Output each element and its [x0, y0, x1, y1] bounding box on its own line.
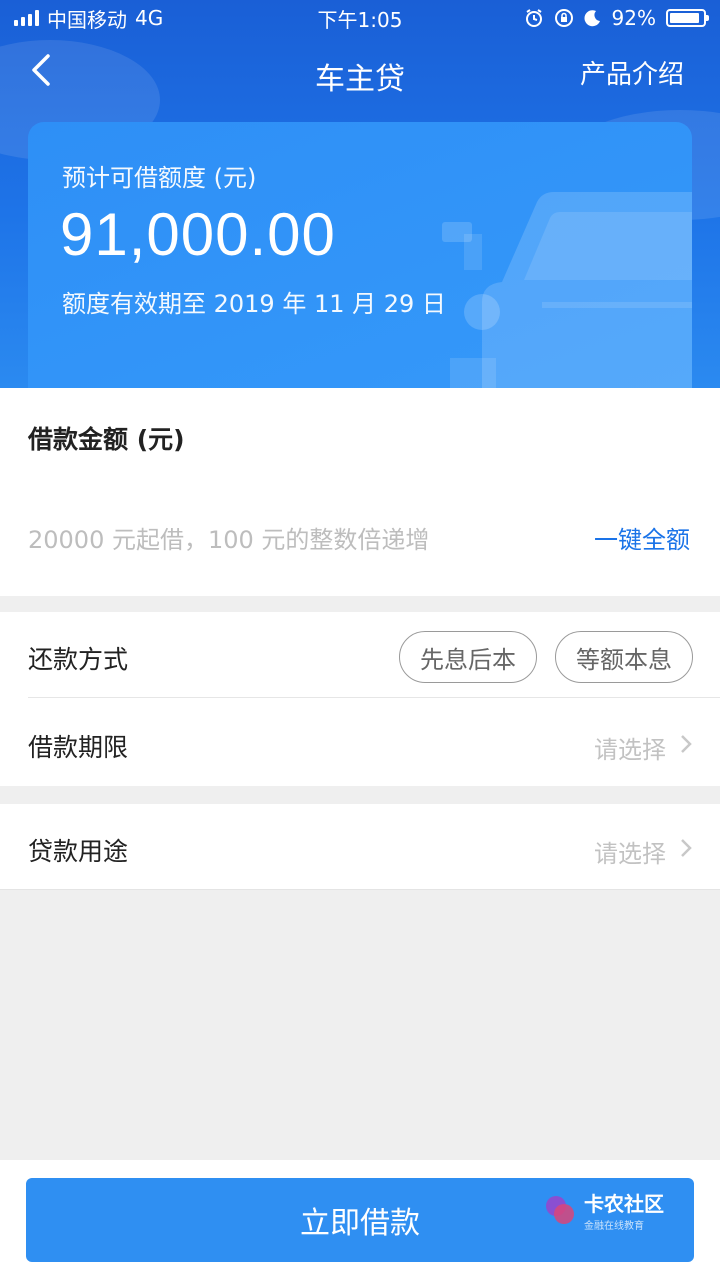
loan-term-row[interactable]: 借款期限 请选择: [0, 700, 720, 786]
moon-icon: [584, 10, 600, 27]
credit-limit-expiry: 额度有效期至 2019 年 11 月 29 日: [62, 290, 446, 318]
loan-amount-title: 借款金额 (元): [28, 425, 185, 454]
loan-amount-input[interactable]: 20000 元起借，100 元的整数倍递增: [28, 520, 429, 555]
borrow-now-label: 立即借款: [300, 1206, 420, 1241]
watermark-name: 卡农社区: [584, 1192, 664, 1216]
battery-icon: [666, 9, 709, 27]
product-intro-link[interactable]: 产品介绍: [580, 54, 684, 91]
credit-limit-amount: 91,000.00: [60, 201, 336, 268]
car-illustration: [442, 192, 692, 388]
loan-purpose-row[interactable]: 贷款用途 请选择: [0, 804, 720, 890]
divider: [28, 697, 720, 698]
watermark-tagline: 金融在线教育: [584, 1221, 644, 1232]
credit-limit-card: 预计可借额度 (元) 91,000.00 额度有效期至 2019 年 11 月 …: [28, 122, 692, 388]
carrier-name: 中国移动: [47, 7, 127, 32]
watermark-logo-icon: [546, 1196, 574, 1224]
repayment-option-interest-first[interactable]: 先息后本: [399, 631, 537, 683]
repayment-method-label: 还款方式: [28, 645, 129, 674]
alarm-icon: [525, 9, 542, 27]
loan-term-value: 请选择: [594, 736, 666, 764]
battery-percent: 92%: [611, 6, 656, 30]
header-background: 中国移动 4G 下午1:05 92% 车主贷 产品介绍 预计可借额度 (元) 9…: [0, 0, 720, 388]
network-type: 4G: [135, 6, 164, 30]
full-amount-button[interactable]: 一键全额: [594, 520, 690, 555]
loan-purpose-value: 请选择: [594, 840, 666, 868]
loan-amount-section: 借款金额 (元) 20000 元起借，100 元的整数倍递增 一键全额: [0, 388, 720, 596]
loan-options-section: 还款方式 先息后本 等额本息 借款期限 请选择: [0, 612, 720, 786]
loan-purpose-label: 贷款用途: [28, 837, 129, 866]
watermark: 卡农社区 金融在线教育: [542, 1188, 664, 1232]
rotation-lock-icon: [554, 9, 573, 27]
loan-term-label: 借款期限: [28, 733, 129, 762]
repayment-option-equal-installment[interactable]: 等额本息: [555, 631, 693, 683]
bottom-bar: 立即借款 卡农社区 金融在线教育: [0, 1160, 720, 1280]
status-bar: 中国移动 4G 下午1:05 92%: [0, 0, 720, 36]
signal-icon: [14, 10, 39, 26]
chevron-right-icon: [681, 839, 692, 857]
credit-limit-label: 预计可借额度 (元): [62, 164, 257, 192]
nav-bar: 车主贷 产品介绍: [0, 40, 720, 104]
repayment-method-row: 还款方式 先息后本 等额本息: [0, 612, 720, 698]
chevron-right-icon: [681, 735, 692, 753]
